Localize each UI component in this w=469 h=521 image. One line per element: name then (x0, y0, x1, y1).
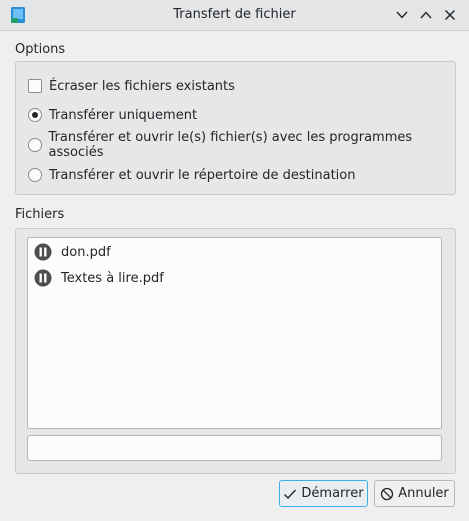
options-group: Écraser les fichiers existants Transfére… (15, 61, 456, 195)
file-name: don.pdf (61, 244, 111, 260)
pause-icon (34, 243, 52, 261)
options-section-label: Options (15, 42, 66, 57)
overwrite-checkbox-row[interactable]: Écraser les fichiers existants (28, 77, 235, 95)
mode-label-transfer-only: Transférer uniquement (49, 107, 198, 123)
list-item[interactable]: don.pdf (34, 242, 111, 262)
mode-radio-transfer-only[interactable]: Transférer uniquement (28, 106, 197, 124)
close-icon (445, 10, 455, 20)
pause-icon (34, 269, 52, 287)
checkmark-icon (284, 489, 297, 499)
mode-radio-transfer-open-files[interactable]: Transférer et ouvrir le(s) fichier(s) av… (28, 130, 455, 160)
files-group: don.pdf Textes à lire.pdf (15, 228, 456, 474)
chevron-down-icon (396, 11, 408, 19)
files-section-label: Fichiers (15, 207, 65, 222)
close-button[interactable] (439, 4, 461, 26)
mode-label-transfer-open-files: Transférer et ouvrir le(s) fichier(s) av… (48, 130, 413, 160)
cancel-button-label: Annuler (398, 486, 449, 501)
radio-transfer-open-files[interactable] (28, 138, 42, 152)
mode-label-transfer-open-folder: Transférer et ouvrir le répertoire de de… (49, 167, 356, 183)
file-name: Textes à lire.pdf (61, 270, 164, 286)
start-button-label: Démarrer (301, 486, 364, 501)
overwrite-checkbox[interactable] (28, 79, 42, 93)
cancel-icon (381, 487, 394, 500)
title-bar[interactable]: Transfert de fichier (0, 0, 469, 31)
list-item[interactable]: Textes à lire.pdf (34, 268, 164, 288)
cancel-button[interactable]: Annuler (374, 480, 455, 507)
maximize-button[interactable] (415, 4, 437, 26)
overwrite-label: Écraser les fichiers existants (49, 78, 235, 94)
start-button[interactable]: Démarrer (279, 480, 368, 507)
file-list[interactable]: don.pdf Textes à lire.pdf (27, 237, 442, 429)
path-input[interactable] (27, 435, 442, 461)
minimize-button[interactable] (391, 4, 413, 26)
chevron-up-icon (420, 11, 432, 19)
mode-radio-transfer-open-folder[interactable]: Transférer et ouvrir le répertoire de de… (28, 166, 355, 184)
radio-transfer-only[interactable] (28, 108, 42, 122)
radio-transfer-open-folder[interactable] (28, 168, 42, 182)
